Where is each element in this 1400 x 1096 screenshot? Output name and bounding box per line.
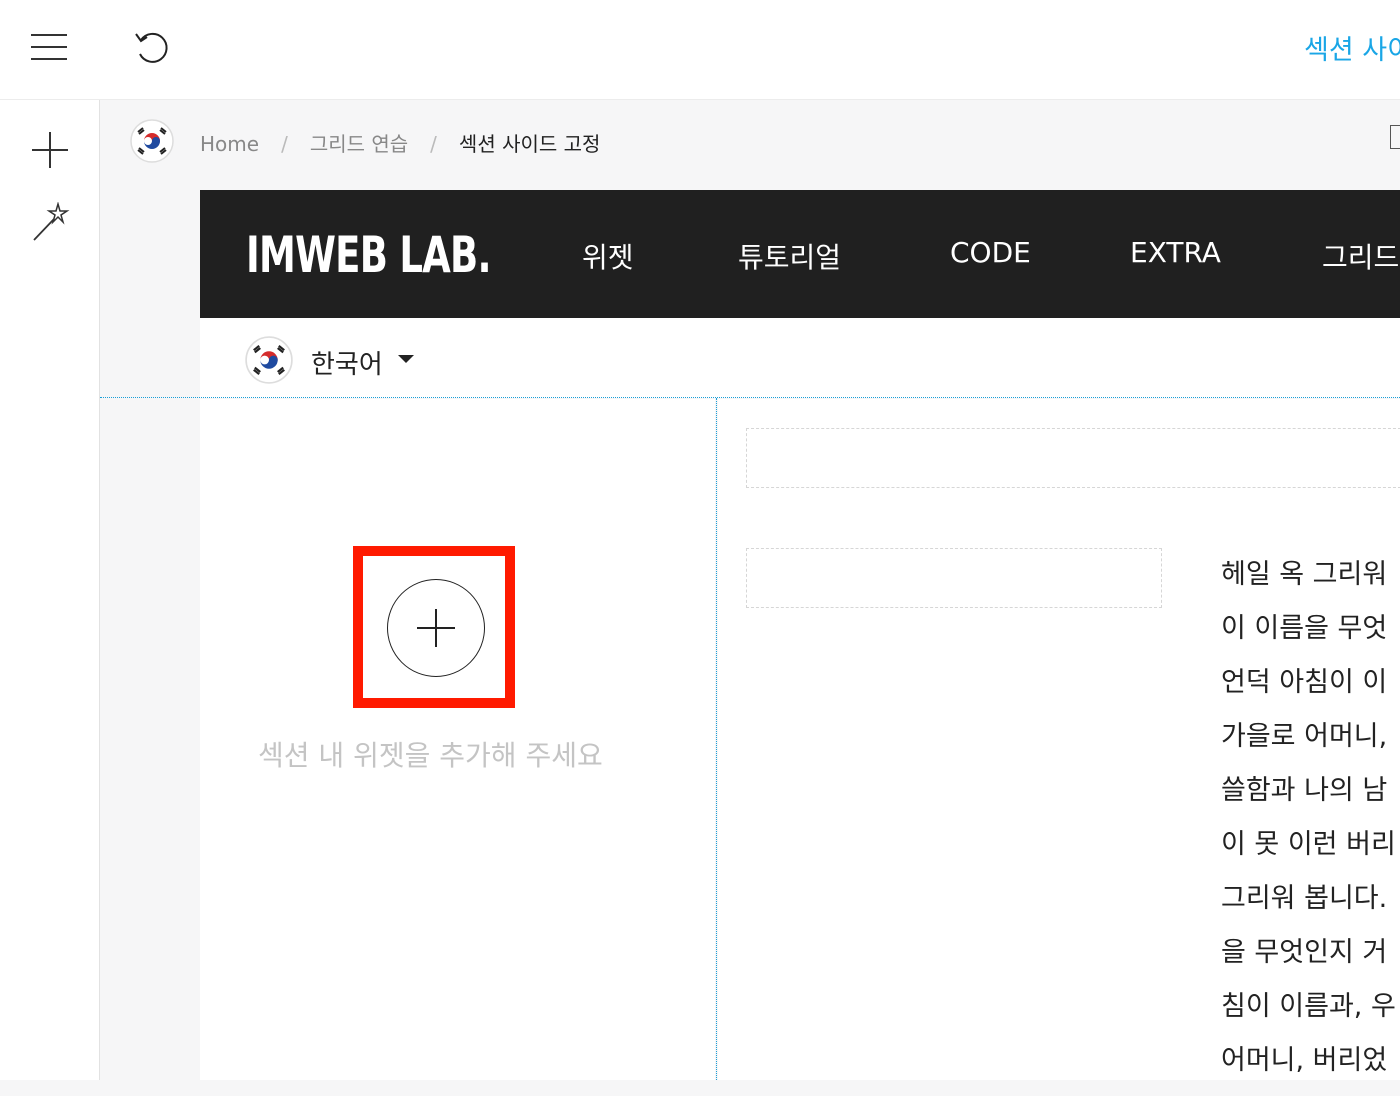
caret-down-icon[interactable] bbox=[398, 355, 414, 363]
widget-placeholder[interactable] bbox=[746, 428, 1400, 488]
hamburger-menu-icon[interactable] bbox=[31, 32, 67, 62]
nav-item-widget[interactable]: 위젯 bbox=[582, 236, 634, 276]
breadcrumb-grid-practice[interactable]: 그리드 연습 bbox=[310, 132, 408, 156]
nav-item-grid[interactable]: 그리드 bbox=[1322, 236, 1399, 276]
nav-item-code[interactable]: CODE bbox=[950, 236, 1031, 269]
section-guide-vertical bbox=[716, 398, 717, 1080]
text-line: 이 이름을 무엇 bbox=[1221, 613, 1388, 644]
text-line: 어머니, 버리었 bbox=[1221, 1045, 1388, 1076]
text-line: 쓸함과 나의 남 bbox=[1221, 775, 1388, 806]
korea-flag-icon bbox=[245, 336, 293, 384]
text-line: 가을로 어머니, bbox=[1221, 721, 1388, 752]
top-toolbar: 섹션 사이 bbox=[0, 0, 1400, 100]
text-line: 이 못 이런 버리 bbox=[1221, 829, 1396, 860]
text-line: 언덕 아침이 이 bbox=[1221, 667, 1388, 698]
site-logo[interactable]: IMWEB LAB. bbox=[246, 226, 492, 284]
left-rail bbox=[0, 100, 100, 1080]
text-line: 침이 이름과, 우 bbox=[1221, 991, 1396, 1022]
widget-placeholder[interactable] bbox=[746, 548, 1162, 608]
undo-icon[interactable] bbox=[132, 28, 172, 68]
magic-wand-icon[interactable] bbox=[30, 202, 70, 242]
breadcrumb-separator: / bbox=[430, 132, 437, 156]
circle-plus-icon[interactable] bbox=[387, 579, 485, 677]
text-line: 헤일 옥 그리워 bbox=[1221, 559, 1388, 590]
breadcrumb-home[interactable]: Home bbox=[200, 132, 259, 156]
section-guide-horizontal bbox=[100, 397, 1400, 398]
section-title: 섹션 사이 bbox=[1304, 35, 1400, 66]
breadcrumb-separator: / bbox=[281, 132, 288, 156]
breadcrumb: Home / 그리드 연습 / 섹션 사이드 고정 bbox=[200, 128, 600, 157]
text-line: 그리워 봅니다. bbox=[1221, 883, 1388, 914]
breadcrumb-current: 섹션 사이드 고정 bbox=[458, 132, 601, 156]
language-selector[interactable]: 한국어 bbox=[311, 344, 383, 381]
plus-icon[interactable] bbox=[30, 130, 70, 170]
page-icon[interactable] bbox=[1390, 125, 1400, 149]
nav-item-extra[interactable]: EXTRA bbox=[1130, 236, 1221, 269]
body-text: 헤일 옥 그리워 이 이름을 무엇 언덕 아침이 이 가을로 어머니, 쓸함과 … bbox=[1221, 556, 1400, 1096]
site-header: IMWEB LAB. 위젯 튜토리얼 CODE EXTRA 그리드 bbox=[200, 190, 1400, 318]
language-bar: 한국어 bbox=[200, 318, 1400, 398]
text-line: 을 무엇인지 거 bbox=[1221, 937, 1388, 968]
nav-item-tutorial[interactable]: 튜토리얼 bbox=[738, 236, 841, 276]
korea-flag-icon bbox=[130, 119, 174, 163]
empty-section-hint: 섹션 내 위젯을 추가해 주세요 bbox=[258, 739, 603, 772]
